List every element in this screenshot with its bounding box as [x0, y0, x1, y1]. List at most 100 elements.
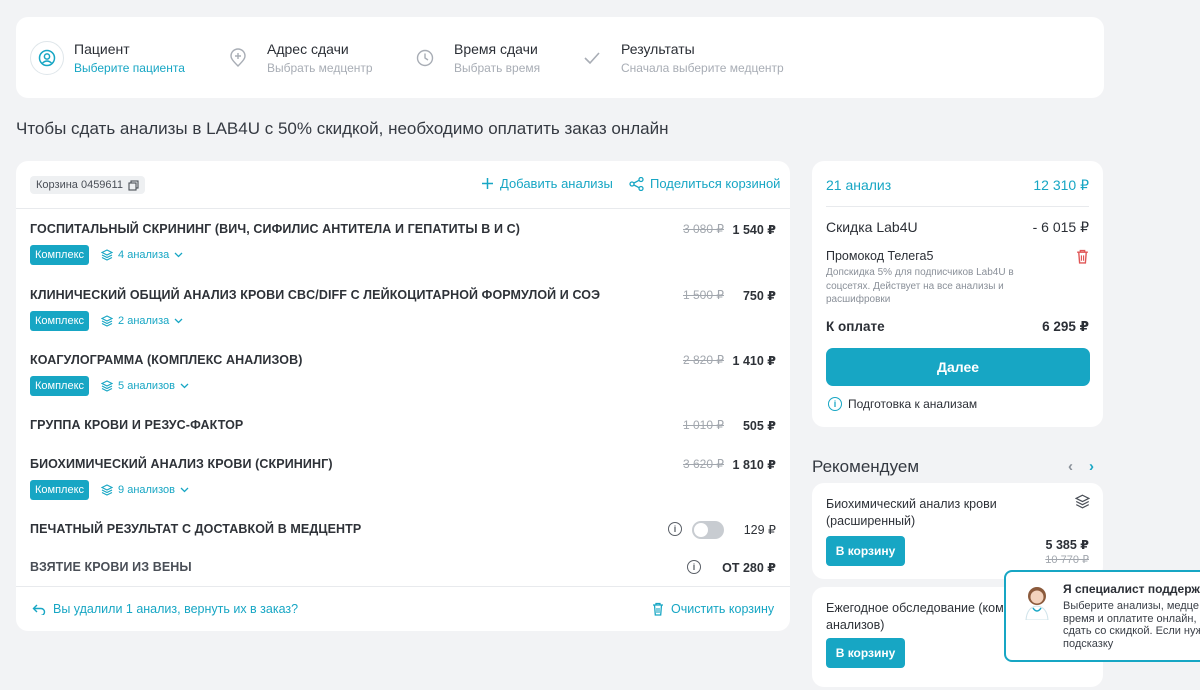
item-old-price: 3 080 ₽ — [683, 222, 724, 236]
item-name: ГРУППА КРОВИ И РЕЗУС-ФАКТОР — [30, 418, 244, 432]
cart-item: БИОХИМИЧЕСКИЙ АНАЛИЗ КРОВИ (СКРИНИНГ) 3 … — [30, 457, 776, 500]
step-title: Адрес сдачи — [267, 40, 349, 57]
chevron-down-icon — [174, 318, 183, 324]
complex-badge: Комплекс — [30, 480, 90, 500]
tests-count: 4 анализа — [118, 249, 170, 261]
step-patient[interactable]: Пациент Выберите пациента — [30, 17, 185, 98]
next-button[interactable]: Далее — [826, 348, 1090, 386]
online-payment-notice: Чтобы сдать анализы в LAB4U с 50% скидко… — [16, 119, 669, 138]
recommend-name: Биохимический анализ крови (расширенный) — [826, 497, 997, 528]
pay-total: 6 295 ₽ — [1042, 319, 1089, 334]
cart-item: КЛИНИЧЕСКИЙ ОБЩИЙ АНАЛИЗ КРОВИ CBC/DIFF … — [30, 288, 776, 331]
layers-icon — [101, 484, 114, 496]
order-summary: 21 анализ 12 310 ₽ Скидка Lab4U - 6 015 … — [812, 161, 1103, 427]
item-old-price: 2 820 ₽ — [683, 353, 724, 367]
item-price: 1 810 ₽ — [732, 458, 776, 472]
copy-icon[interactable] — [128, 179, 139, 191]
share-cart-button[interactable]: Поделиться корзиной — [629, 176, 780, 191]
tests-count-label: 21 анализ — [826, 177, 892, 193]
info-icon[interactable]: i — [687, 560, 701, 574]
expand-tests-toggle[interactable]: 2 анализа — [101, 315, 183, 327]
step-title: Время сдачи — [454, 40, 538, 57]
cart-id-badge[interactable]: Корзина 0459611 — [30, 176, 145, 194]
location-plus-icon — [223, 43, 253, 73]
support-text: Выберите анализы, медце время и оплатите… — [1063, 600, 1200, 650]
add-to-cart-button[interactable]: В корзину — [826, 638, 905, 668]
step-results: Результаты Сначала выберите медцентр — [577, 17, 784, 98]
step-time[interactable]: Время сдачи Выбрать время — [410, 17, 540, 98]
add-tests-label: Добавить анализы — [500, 176, 613, 191]
recommend-title: Рекомендуем — [812, 457, 920, 476]
support-avatar — [1020, 582, 1054, 625]
layers-icon — [1075, 494, 1090, 509]
plus-icon — [482, 178, 493, 189]
tests-count: 2 анализа — [118, 315, 170, 327]
layers-icon — [101, 380, 114, 392]
item-price: 505 ₽ — [742, 419, 776, 433]
share-icon — [629, 176, 644, 191]
discount-label: Скидка Lab4U — [826, 219, 918, 235]
item-old-price: 3 620 ₽ — [683, 457, 724, 471]
item-old-price: 1 500 ₽ — [683, 288, 724, 302]
recommend-price: 5 385 ₽ — [1045, 538, 1089, 552]
expand-tests-toggle[interactable]: 9 анализов — [101, 484, 189, 496]
cart-item: ГОСПИТАЛЬНЫЙ СКРИНИНГ (ВИЧ, СИФИЛИС АНТИ… — [30, 222, 776, 265]
expand-tests-toggle[interactable]: 5 анализов — [101, 380, 189, 392]
step-subtitle: Сначала выберите медцентр — [621, 60, 784, 75]
complex-badge: Комплекс — [30, 376, 90, 396]
clock-icon — [410, 43, 440, 73]
preparation-link[interactable]: i Подготовка к анализам — [828, 397, 977, 411]
item-price: 1 540 ₽ — [732, 223, 776, 237]
discount-value: - 6 015 ₽ — [1032, 219, 1089, 235]
support-popup[interactable]: Я специалист поддерж Выберите анализы, м… — [1004, 570, 1200, 662]
chevron-down-icon — [180, 383, 189, 389]
step-address[interactable]: Адрес сдачи Выбрать медцентр — [223, 17, 373, 98]
share-cart-label: Поделиться корзиной — [650, 176, 781, 191]
item-name: ВЗЯТИЕ КРОВИ ИЗ ВЕНЫ — [30, 560, 192, 574]
expand-tests-toggle[interactable]: 4 анализа — [101, 249, 183, 261]
chevron-left-icon[interactable]: ‹ — [1068, 458, 1073, 475]
step-subtitle: Выбрать время — [454, 60, 541, 75]
item-name: ПЕЧАТНЫЙ РЕЗУЛЬТАТ С ДОСТАВКОЙ В МЕДЦЕНТ… — [30, 522, 362, 536]
print-result-toggle[interactable] — [692, 521, 724, 539]
restore-tests-label: Вы удалили 1 анализ, вернуть их в заказ? — [53, 602, 299, 616]
blood-draw-item: ВЗЯТИЕ КРОВИ ИЗ ВЕНЫ i ОТ 280 ₽ — [30, 560, 776, 575]
chevron-right-icon[interactable]: › — [1089, 458, 1094, 475]
step-title: Результаты — [621, 40, 695, 57]
item-name: КОАГУЛОГРАММА (КОМПЛЕКС АНАЛИЗОВ) — [30, 353, 303, 367]
item-price: 1 410 ₽ — [732, 354, 776, 368]
info-icon: i — [828, 397, 842, 411]
complex-badge: Комплекс — [30, 311, 90, 331]
cart-item: ГРУППА КРОВИ И РЕЗУС-ФАКТОР 1 010 ₽ 505 … — [30, 418, 776, 433]
step-subtitle[interactable]: Выберите пациента — [74, 60, 185, 76]
recommend-old-price: 10 770 ₽ — [1045, 554, 1089, 566]
item-old-price: 1 010 ₽ — [683, 418, 724, 432]
promo-title: Промокод Телега5 — [826, 249, 934, 263]
layers-icon — [101, 249, 114, 261]
chevron-down-icon — [174, 252, 183, 258]
item-name: БИОХИМИЧЕСКИЙ АНАЛИЗ КРОВИ (СКРИНИНГ) — [30, 457, 333, 471]
item-price: 750 ₽ — [742, 289, 776, 303]
user-circle-icon — [30, 40, 64, 75]
tests-count: 9 анализов — [118, 484, 175, 496]
clear-cart-button[interactable]: Очистить корзину — [652, 602, 774, 616]
restore-tests-link[interactable]: Вы удалили 1 анализ, вернуть их в заказ? — [32, 602, 298, 616]
cart-id-label: Корзина 0459611 — [36, 179, 123, 191]
item-price: 129 ₽ — [743, 523, 776, 537]
check-icon — [577, 43, 607, 73]
step-subtitle: Выбрать медцентр — [267, 60, 373, 75]
info-icon[interactable]: i — [668, 522, 682, 536]
subtotal: 12 310 ₽ — [1033, 177, 1089, 193]
cart-item: КОАГУЛОГРАММА (КОМПЛЕКС АНАЛИЗОВ) 2 820 … — [30, 353, 776, 396]
clear-cart-label: Очистить корзину — [671, 602, 775, 616]
promo-description: Допскидка 5% для подписчиков Lab4U в соц… — [826, 267, 1014, 305]
order-steps: Пациент Выберите пациента Адрес сдачи Вы… — [16, 17, 1104, 98]
step-title: Пациент — [74, 40, 130, 57]
trash-icon[interactable] — [1076, 249, 1089, 264]
cart-header: Корзина 0459611 Добавить анализы Поделит… — [16, 161, 790, 209]
layers-icon — [101, 315, 114, 327]
recommend-card: Биохимический анализ крови (расширенный)… — [812, 483, 1103, 579]
add-to-cart-button[interactable]: В корзину — [826, 536, 905, 566]
add-tests-button[interactable]: Добавить анализы — [481, 176, 613, 191]
cart-panel: Корзина 0459611 Добавить анализы Поделит… — [16, 161, 790, 631]
